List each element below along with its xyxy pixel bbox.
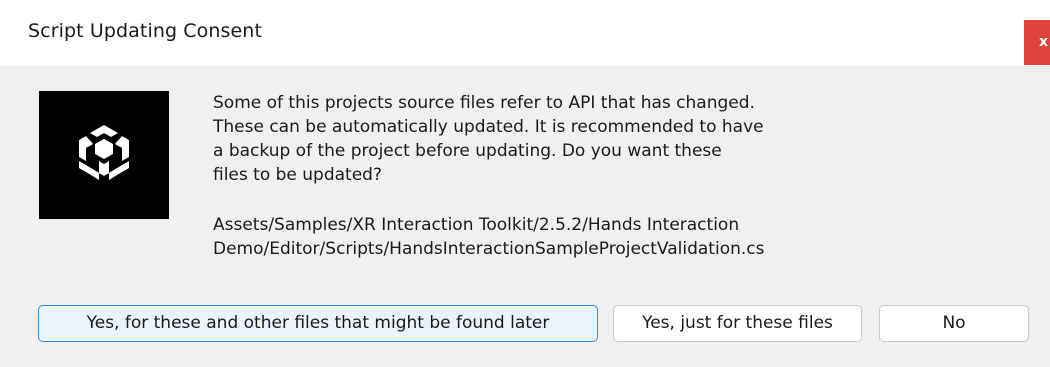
yes-all-files-button[interactable]: Yes, for these and other files that migh…	[38, 305, 598, 342]
message-area: Some of this projects source files refer…	[213, 91, 853, 261]
file-path-text: Assets/Samples/XR Interaction Toolkit/2.…	[213, 215, 765, 259]
close-button[interactable]: x	[1024, 20, 1050, 65]
yes-these-files-button[interactable]: Yes, just for these files	[613, 305, 862, 342]
no-button[interactable]: No	[879, 305, 1029, 342]
window-title: Script Updating Consent	[28, 20, 263, 42]
unity-logo-icon-graphic	[79, 125, 129, 180]
script-updating-consent-dialog: Script Updating Consent x Some of this p…	[0, 0, 1050, 367]
unity-logo-icon	[39, 91, 169, 219]
message-body: Some of this projects source files refer…	[213, 93, 764, 185]
title-bar: Script Updating Consent x	[0, 0, 1050, 66]
